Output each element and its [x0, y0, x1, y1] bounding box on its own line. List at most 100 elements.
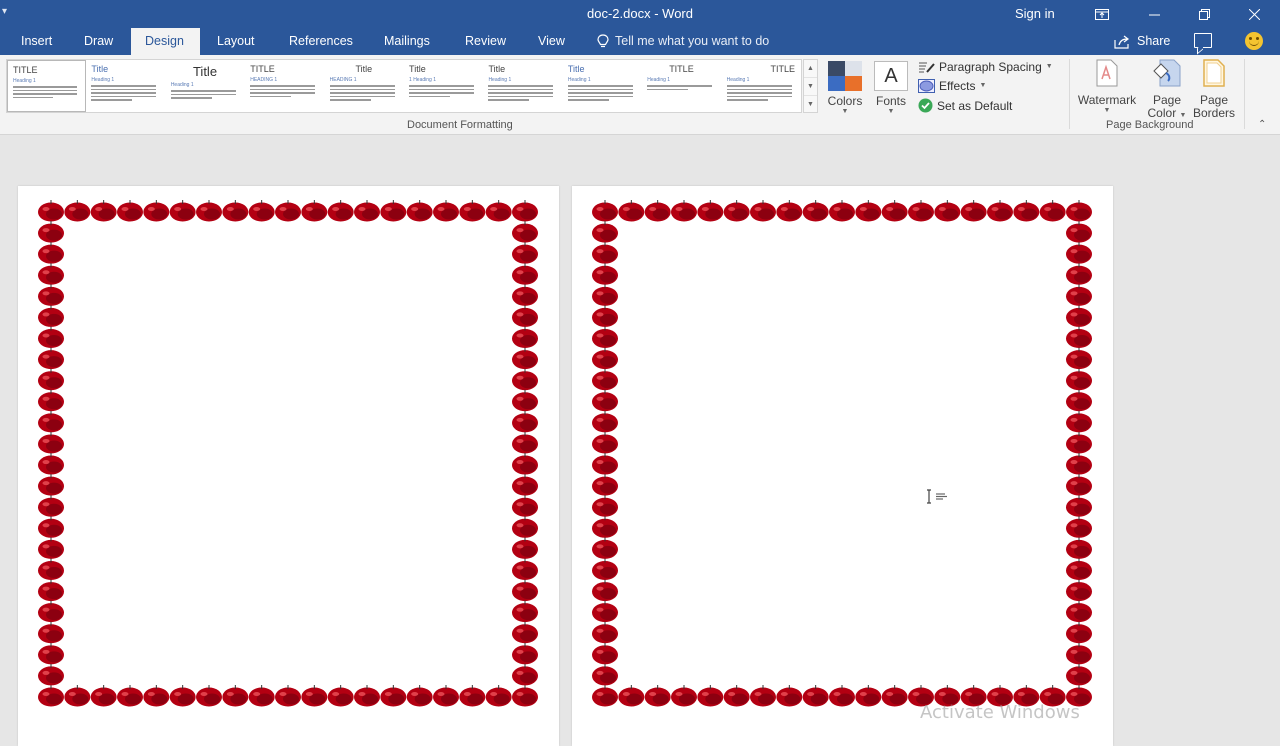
tab-view[interactable]: View — [524, 28, 579, 55]
apple-border-icon — [38, 558, 64, 580]
style-heading-preview: HEADING 1 — [250, 77, 278, 83]
apple-border-icon — [169, 200, 196, 222]
style-set-thumbnail[interactable]: TITLE Heading 1 — [642, 60, 721, 112]
apple-border-icon — [380, 685, 407, 707]
style-set-thumbnail[interactable]: Title Heading 1 — [86, 60, 165, 112]
fonts-icon: A — [874, 61, 908, 91]
apple-border-icon — [406, 685, 433, 707]
apple-border-icon — [248, 685, 275, 707]
tab-insert[interactable]: Insert — [7, 28, 66, 55]
minimize-button[interactable] — [1131, 0, 1177, 28]
style-set-thumbnail[interactable]: Title Heading 1 — [166, 60, 245, 112]
style-heading-preview: Heading 1 — [488, 77, 512, 83]
apple-border-icon — [512, 600, 538, 623]
theme-fonts-button[interactable]: A Fonts ▼ — [870, 59, 912, 117]
theme-colors-button[interactable]: Colors ▼ — [824, 59, 866, 117]
gallery-more-icon[interactable]: ▼ — [804, 96, 817, 113]
paragraph-spacing-label: Paragraph Spacing — [939, 60, 1042, 74]
apple-border-icon — [881, 200, 908, 222]
apple-border-icon — [38, 221, 64, 243]
page-borders-button[interactable]: Page Borders — [1191, 59, 1237, 120]
comments-icon[interactable] — [1194, 33, 1212, 48]
apple-border-icon — [301, 200, 328, 222]
tab-review[interactable]: Review — [451, 28, 520, 55]
lightbulb-icon — [597, 34, 609, 48]
effects-button[interactable]: Effects ▼ — [918, 79, 986, 93]
restore-icon — [1198, 8, 1210, 20]
apple-border-icon — [1066, 200, 1092, 222]
apple-border-icon — [592, 474, 618, 496]
apple-border-icon — [196, 685, 222, 707]
apple-border-icon — [512, 579, 538, 602]
apple-border-icon — [592, 642, 618, 665]
tab-references[interactable]: References — [275, 28, 367, 55]
tell-me-search[interactable]: Tell me what you want to do — [597, 28, 769, 55]
apple-border-icon — [38, 516, 64, 538]
gallery-scroll-up-icon[interactable]: ▲ — [804, 60, 817, 78]
apple-border-icon — [750, 200, 776, 222]
document-workspace[interactable] — [0, 136, 1280, 746]
style-set-thumbnail[interactable]: TITLE HEADING 1 — [245, 60, 324, 112]
apple-border-icon — [592, 685, 618, 707]
apple-border-icon — [512, 621, 538, 644]
style-title-preview: Title — [409, 64, 426, 74]
apple-border-icon — [512, 474, 538, 496]
chevron-down-icon: ▼ — [1045, 63, 1053, 70]
style-set-thumbnail[interactable]: Title Heading 1 — [483, 60, 562, 112]
style-heading-preview: Heading 1 — [726, 77, 750, 83]
ribbon-display-options-button[interactable] — [1079, 0, 1125, 28]
apple-border-icon — [38, 685, 64, 707]
style-set-thumbnail[interactable]: Title 1 Heading 1 — [404, 60, 483, 112]
page-color-button[interactable]: Page Color ▼ — [1145, 59, 1189, 120]
apple-border-icon — [697, 200, 724, 222]
apple-border-icon — [592, 326, 618, 349]
tab-design[interactable]: Design — [131, 28, 200, 55]
document-page-1[interactable] — [18, 186, 559, 746]
gallery-scroll-down-icon[interactable]: ▼ — [804, 78, 817, 96]
apple-border-icon — [1066, 242, 1092, 264]
restore-button[interactable] — [1181, 0, 1227, 28]
apple-border-icon — [485, 685, 512, 707]
colors-label: Colors — [827, 94, 863, 108]
apple-border-icon — [855, 200, 882, 222]
paragraph-spacing-button[interactable]: Paragraph Spacing ▼ — [918, 60, 1053, 74]
feedback-smiley-icon[interactable] — [1245, 32, 1263, 50]
style-body-preview — [567, 85, 636, 101]
collapse-ribbon-icon[interactable]: ⌃ — [1258, 119, 1266, 130]
apple-border-icon — [354, 685, 380, 707]
apple-border-icon — [512, 305, 538, 327]
apple-border-icon — [222, 200, 249, 222]
watermark-icon — [1096, 59, 1118, 87]
apple-border-icon — [38, 263, 64, 285]
apple-border-icon — [592, 621, 618, 644]
style-title-preview: Title — [192, 64, 218, 79]
tab-draw[interactable]: Draw — [70, 28, 127, 55]
apple-border-icon — [327, 200, 354, 222]
swatch — [828, 61, 845, 76]
style-set-thumbnail[interactable]: Title Heading 1 — [563, 60, 642, 112]
apple-border-icon — [592, 600, 618, 623]
style-body-preview — [170, 90, 239, 99]
close-button[interactable] — [1231, 0, 1277, 28]
style-set-thumbnail[interactable]: TITLE Heading 1 — [722, 60, 801, 112]
apple-border-icon — [90, 200, 117, 222]
tab-layout[interactable]: Layout — [203, 28, 269, 55]
share-button[interactable]: Share — [1114, 28, 1170, 55]
apple-border-icon — [512, 453, 538, 475]
tab-mailings[interactable]: Mailings — [370, 28, 444, 55]
style-set-gallery: TITLE Heading 1 Title Heading 1 Title Heading… — [6, 59, 802, 113]
document-page-2[interactable] — [572, 186, 1113, 746]
style-set-thumbnail[interactable]: Title HEADING 1 — [325, 60, 404, 112]
apple-border-icon — [38, 579, 64, 602]
watermark-button[interactable]: Watermark ▼ — [1074, 59, 1140, 115]
apple-border-icon — [592, 663, 618, 686]
apple-border-icon — [1066, 621, 1092, 644]
set-as-default-button[interactable]: Set as Default — [918, 98, 1012, 113]
apple-border-icon — [1066, 221, 1092, 243]
style-set-thumbnail[interactable]: TITLE Heading 1 — [7, 60, 87, 112]
apple-border-icon — [592, 537, 618, 559]
effects-icon — [918, 79, 935, 93]
sign-in-link[interactable]: Sign in — [1015, 6, 1055, 21]
apple-border-icon — [433, 200, 459, 222]
style-title-preview: Title — [91, 64, 109, 74]
